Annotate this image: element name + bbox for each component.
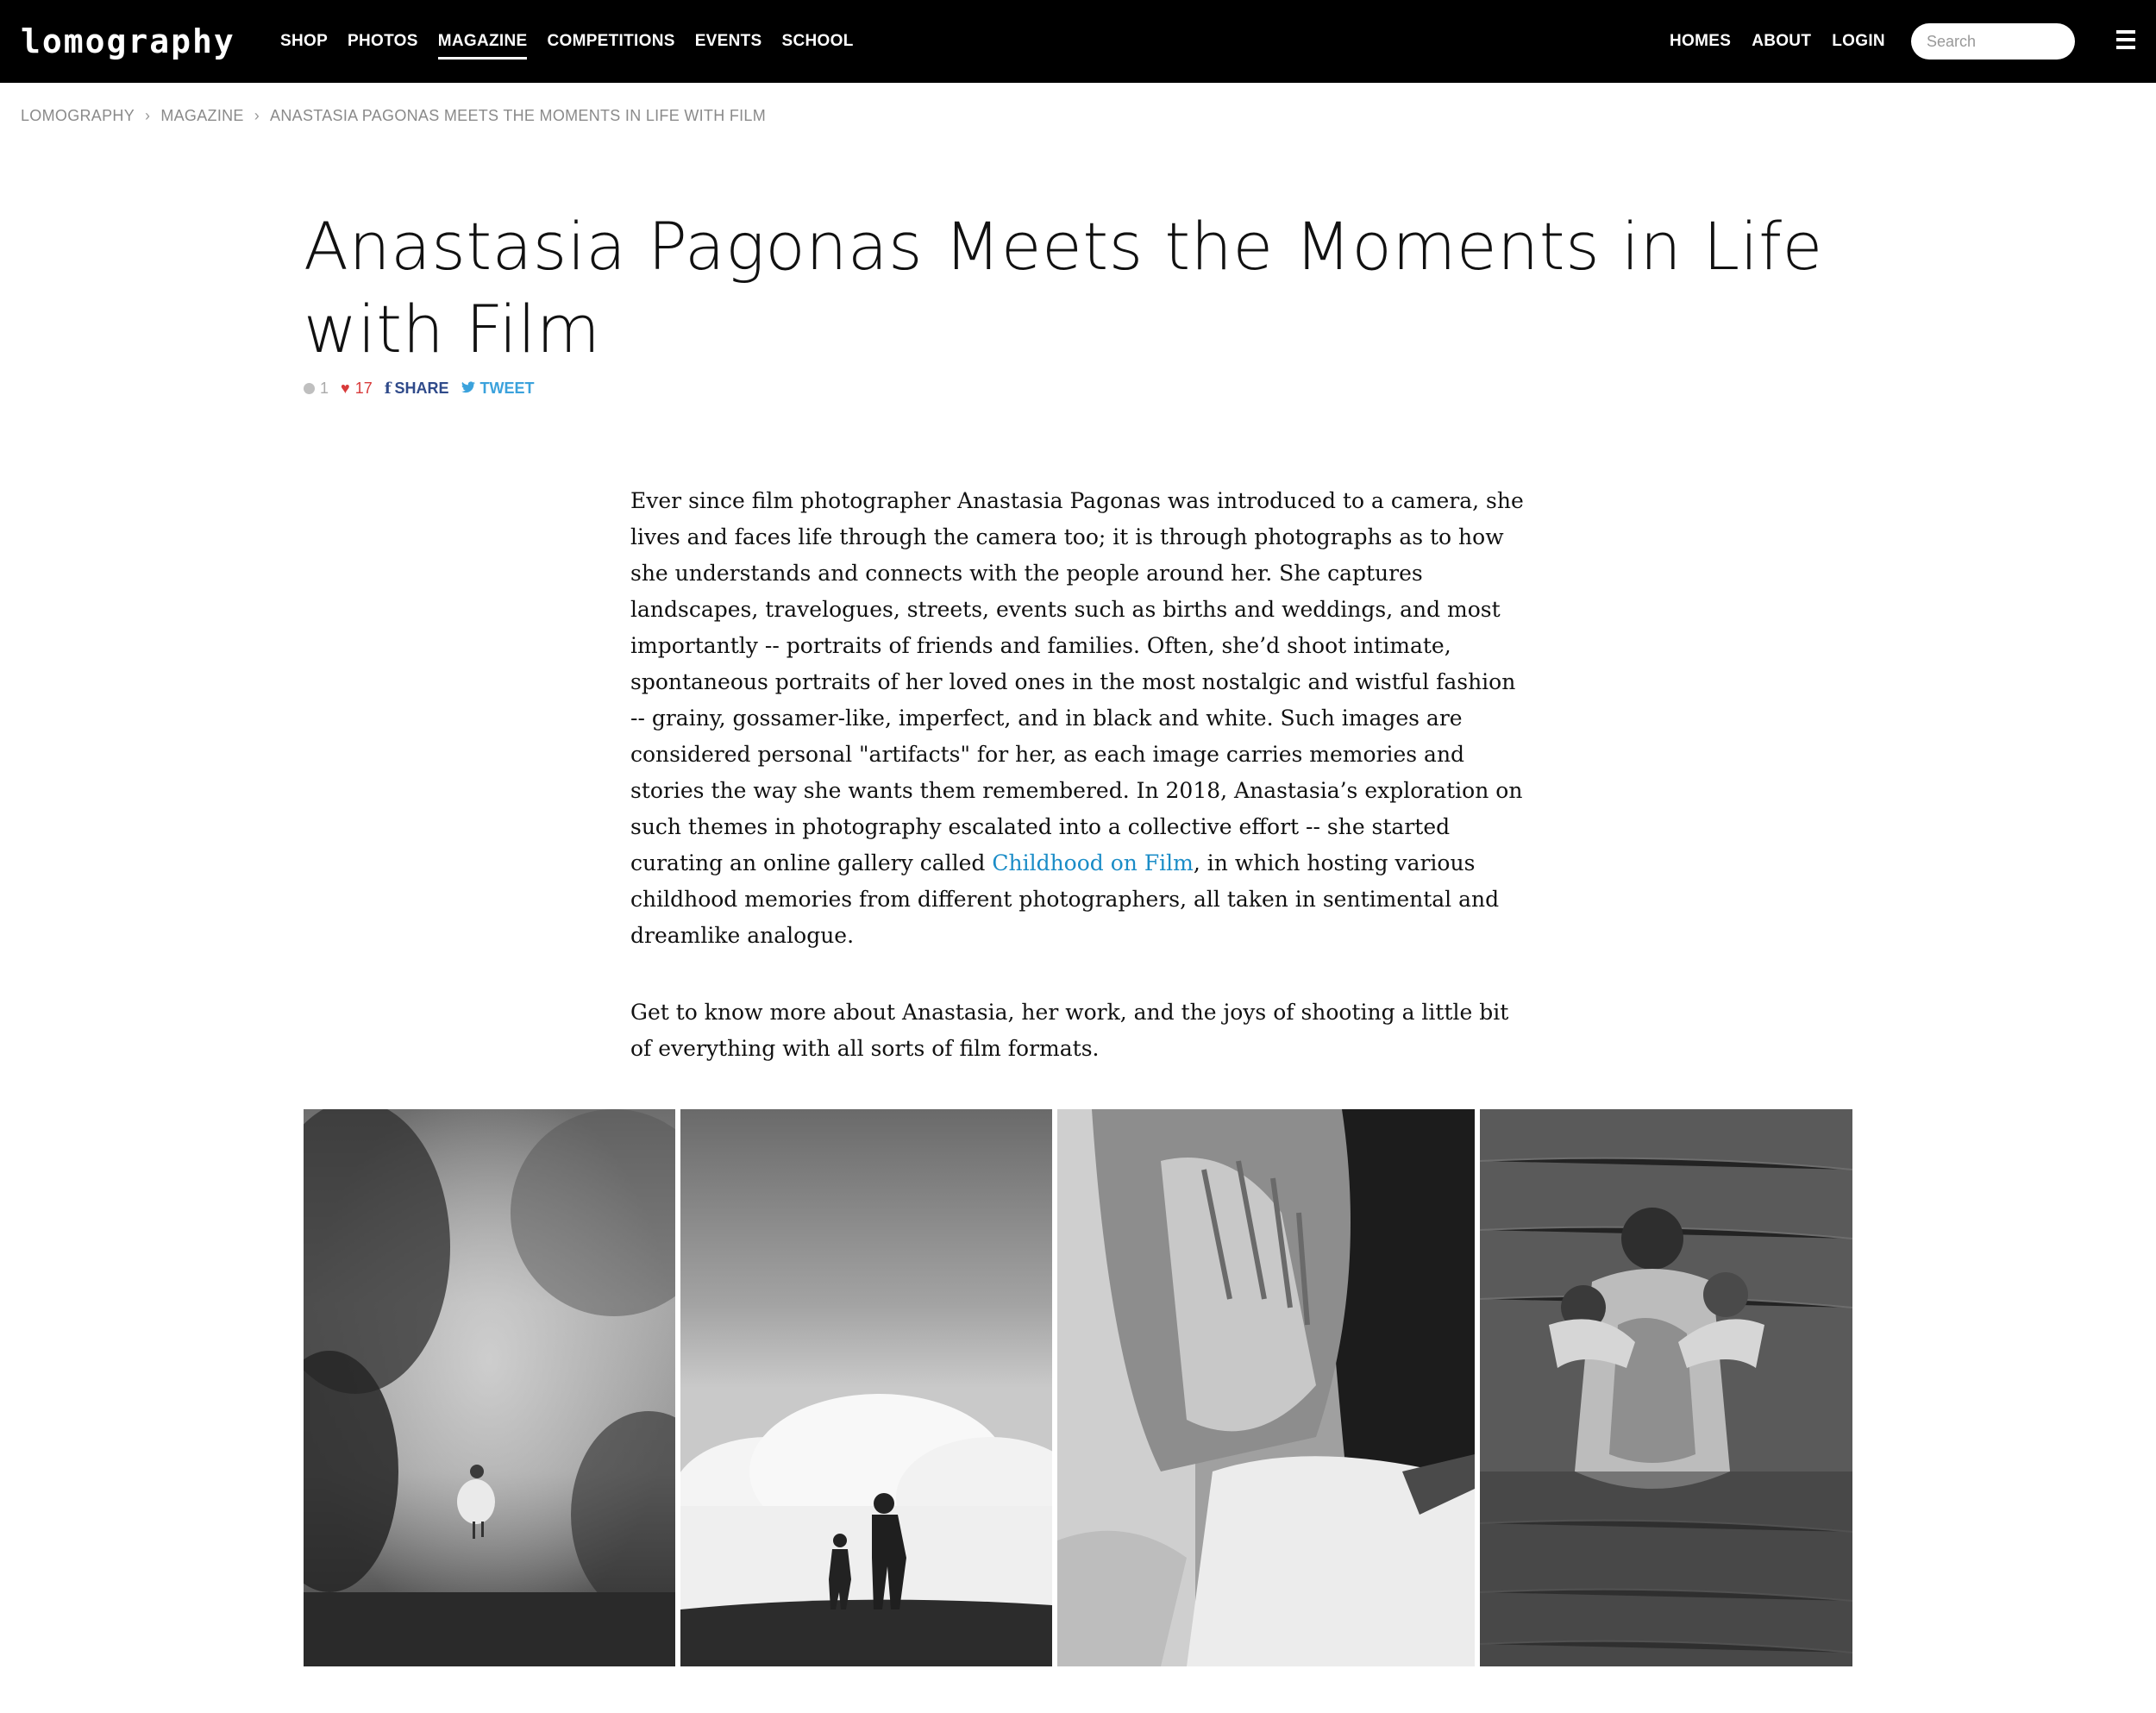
nav-item-competitions[interactable]: COMPETITIONS <box>547 32 674 51</box>
nav-item-magazine[interactable]: MAGAZINE <box>437 32 528 60</box>
article-body: Ever since film photographer Anastasia P… <box>630 483 1527 1107</box>
photo-man-hugging-children-in-water[interactable] <box>1480 1109 1852 1666</box>
breadcrumb-lomography[interactable]: LOMOGRAPHY <box>21 107 135 125</box>
like-count[interactable]: 17 <box>355 380 373 398</box>
nav-item-events[interactable]: EVENTS <box>695 32 762 51</box>
photo-hand-on-face[interactable] <box>1057 1109 1475 1666</box>
article-paragraph: Get to know more about Anastasia, her wo… <box>630 1000 1509 1061</box>
breadcrumb: LOMOGRAPHY › MAGAZINE › ANASTASIA PAGONA… <box>21 107 766 125</box>
breadcrumb-separator-icon: › <box>145 107 151 124</box>
breadcrumb-separator-icon: › <box>254 107 260 124</box>
article-title: Anastasia Pagonas Meets the Moments in L… <box>304 208 1823 367</box>
nav-user-menu: HOMES ABOUT LOGIN <box>1670 0 1906 83</box>
breadcrumb-magazine[interactable]: MAGAZINE <box>160 107 243 125</box>
nav-main-menu: SHOP PHOTOS MAGAZINE COMPETITIONS EVENTS… <box>280 0 874 83</box>
comment-icon[interactable] <box>304 383 315 394</box>
nav-item-shop[interactable]: SHOP <box>280 32 328 51</box>
childhood-on-film-link[interactable]: Childhood on Film <box>992 850 1194 875</box>
article-meta: 1 ♥ 17 f SHARE TWEET <box>304 380 535 398</box>
nav-item-school[interactable]: SCHOOL <box>782 32 854 51</box>
breadcrumb-current[interactable]: ANASTASIA PAGONAS MEETS THE MOMENTS IN L… <box>270 107 766 125</box>
lomography-logo[interactable]: lomography <box>21 24 235 59</box>
share-button[interactable]: SHARE <box>394 380 448 398</box>
tweet-button[interactable]: TWEET <box>480 380 535 398</box>
nav-item-homes[interactable]: HOMES <box>1670 32 1731 51</box>
search-input[interactable] <box>1911 23 2075 60</box>
photo-father-child-walking[interactable] <box>680 1109 1052 1666</box>
facebook-icon[interactable]: f <box>385 380 392 398</box>
heart-icon[interactable]: ♥ <box>341 380 350 398</box>
hamburger-icon[interactable] <box>2116 30 2135 51</box>
nav-item-photos[interactable]: PHOTOS <box>348 32 418 51</box>
nav-item-about[interactable]: ABOUT <box>1752 32 1811 51</box>
comment-count[interactable]: 1 <box>320 380 329 398</box>
photo-girl-running-in-fog[interactable] <box>304 1109 675 1666</box>
top-nav: lomography SHOP PHOTOS MAGAZINE COMPETIT… <box>0 0 2156 83</box>
article-paragraph: Ever since film photographer Anastasia P… <box>630 488 1524 948</box>
twitter-icon[interactable] <box>461 380 475 398</box>
nav-item-login[interactable]: LOGIN <box>1832 32 1885 51</box>
